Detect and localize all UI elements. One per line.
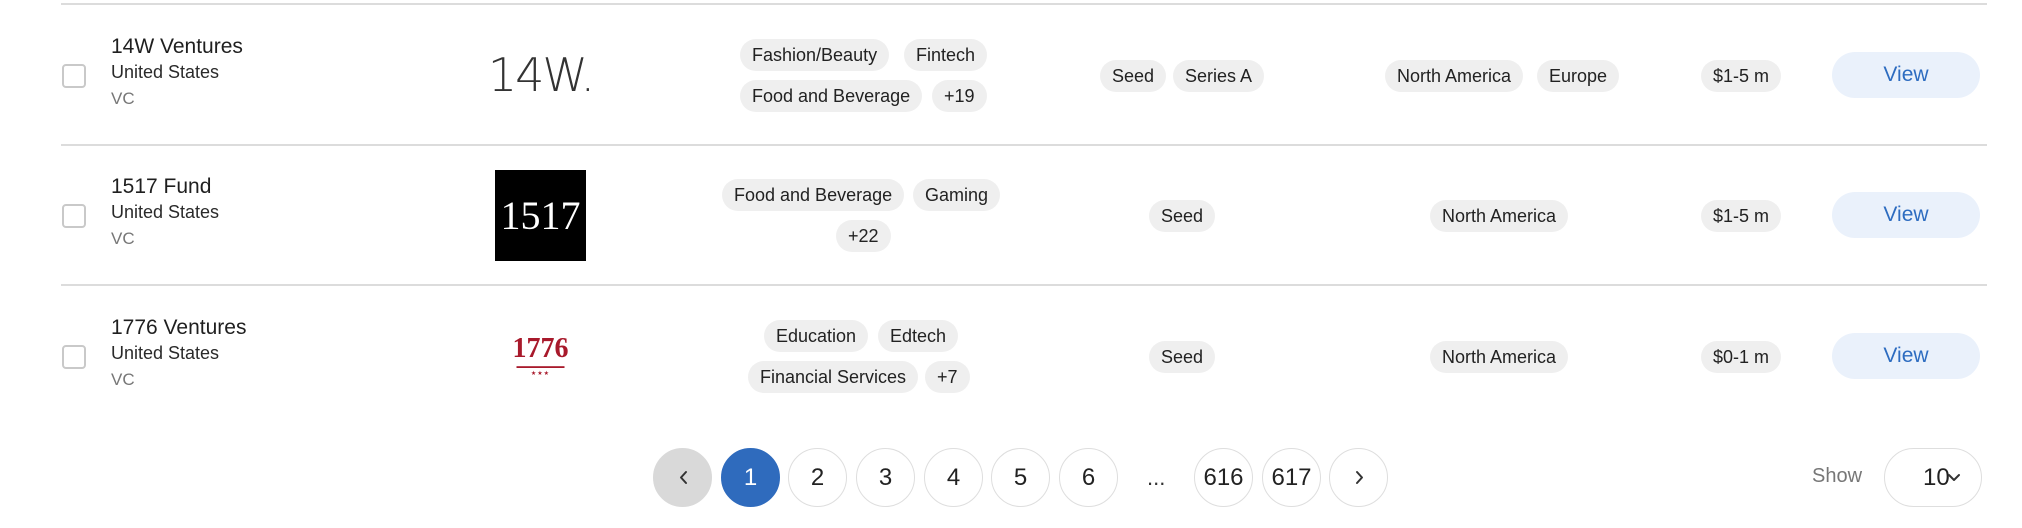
region-tag: North America [1430, 200, 1569, 232]
table-row: 14W Ventures United States VC 14W. Fashi… [0, 5, 2022, 144]
stage-tag: Series A [1173, 60, 1265, 92]
pagination-ellipsis: ... [1147, 465, 1166, 490]
logo-1776-tagline: ▬▬▬▬▬▬▬▬ [516, 363, 565, 370]
page-size-select[interactable]: 10 [1884, 448, 1982, 507]
industry-more-tag: +19 [932, 80, 987, 112]
previous-page-button[interactable] [653, 448, 712, 507]
industry-tag: Gaming [913, 179, 1001, 211]
page-button-617[interactable]: 617 [1262, 448, 1321, 507]
view-button[interactable]: View [1832, 52, 1980, 98]
check-size-tag: $1-5 m [1701, 200, 1782, 232]
row-checkbox[interactable] [62, 64, 86, 88]
page-button-6[interactable]: 6 [1059, 448, 1118, 507]
page-button-4[interactable]: 4 [924, 448, 983, 507]
region-tag: North America [1385, 60, 1524, 92]
stage-tag: Seed [1100, 60, 1167, 92]
row-checkbox[interactable] [62, 345, 86, 369]
investor-type: VC [111, 370, 135, 389]
industry-tag: Financial Services [748, 361, 919, 393]
page-size-label: Show [1812, 465, 1863, 487]
investor-logo: 1776 ▬▬▬▬▬▬▬▬ ★★★ [495, 310, 586, 401]
investor-name[interactable]: 14W Ventures [111, 35, 243, 59]
chevron-left-icon [680, 471, 687, 484]
logo-1776-stars: ★★★ [530, 370, 551, 377]
stage-tag: Seed [1149, 200, 1216, 232]
view-button[interactable]: View [1832, 333, 1980, 379]
industry-more-tag: +7 [925, 361, 970, 393]
region-tag: North America [1430, 341, 1569, 373]
industry-tag: Education [764, 320, 869, 352]
region-tag: Europe [1537, 60, 1620, 92]
page-button-616[interactable]: 616 [1194, 448, 1253, 507]
industry-tag: Food and Beverage [740, 80, 923, 112]
investor-country: United States [111, 343, 220, 363]
check-size-tag: $1-5 m [1701, 60, 1782, 92]
check-size-tag: $0-1 m [1701, 341, 1782, 373]
investor-logo: 1517 [495, 170, 586, 261]
chevron-down-icon [1947, 449, 1961, 506]
view-button[interactable]: View [1832, 192, 1980, 238]
investor-type: VC [111, 229, 135, 248]
industry-tag: Fashion/Beauty [740, 39, 890, 71]
next-page-button[interactable] [1329, 448, 1388, 507]
page-button-1[interactable]: 1 [721, 448, 780, 507]
industry-tag: Edtech [878, 320, 959, 352]
row-checkbox[interactable] [62, 204, 86, 228]
table-row: 1517 Fund United States VC 1517 Food and… [0, 146, 2022, 285]
investor-type: VC [111, 89, 135, 108]
table-row: 1776 Ventures United States VC 1776 ▬▬▬▬… [0, 286, 2022, 425]
chevron-right-icon [1356, 471, 1363, 484]
page-button-2[interactable]: 2 [788, 448, 847, 507]
page-size-value: 10 [1923, 464, 1950, 491]
stage-tag: Seed [1149, 341, 1216, 373]
industry-tag: Fintech [904, 39, 988, 71]
industry-tag: Food and Beverage [722, 179, 905, 211]
page-button-5[interactable]: 5 [991, 448, 1050, 507]
logo-1776-text: 1776 [512, 332, 569, 364]
investor-name[interactable]: 1776 Ventures [111, 316, 246, 340]
investor-country: United States [111, 62, 220, 82]
investor-country: United States [111, 202, 220, 222]
industry-more-tag: +22 [836, 220, 891, 252]
investor-name[interactable]: 1517 Fund [111, 175, 211, 199]
investor-logo: 14W. [487, 47, 595, 102]
page-button-3[interactable]: 3 [856, 448, 915, 507]
